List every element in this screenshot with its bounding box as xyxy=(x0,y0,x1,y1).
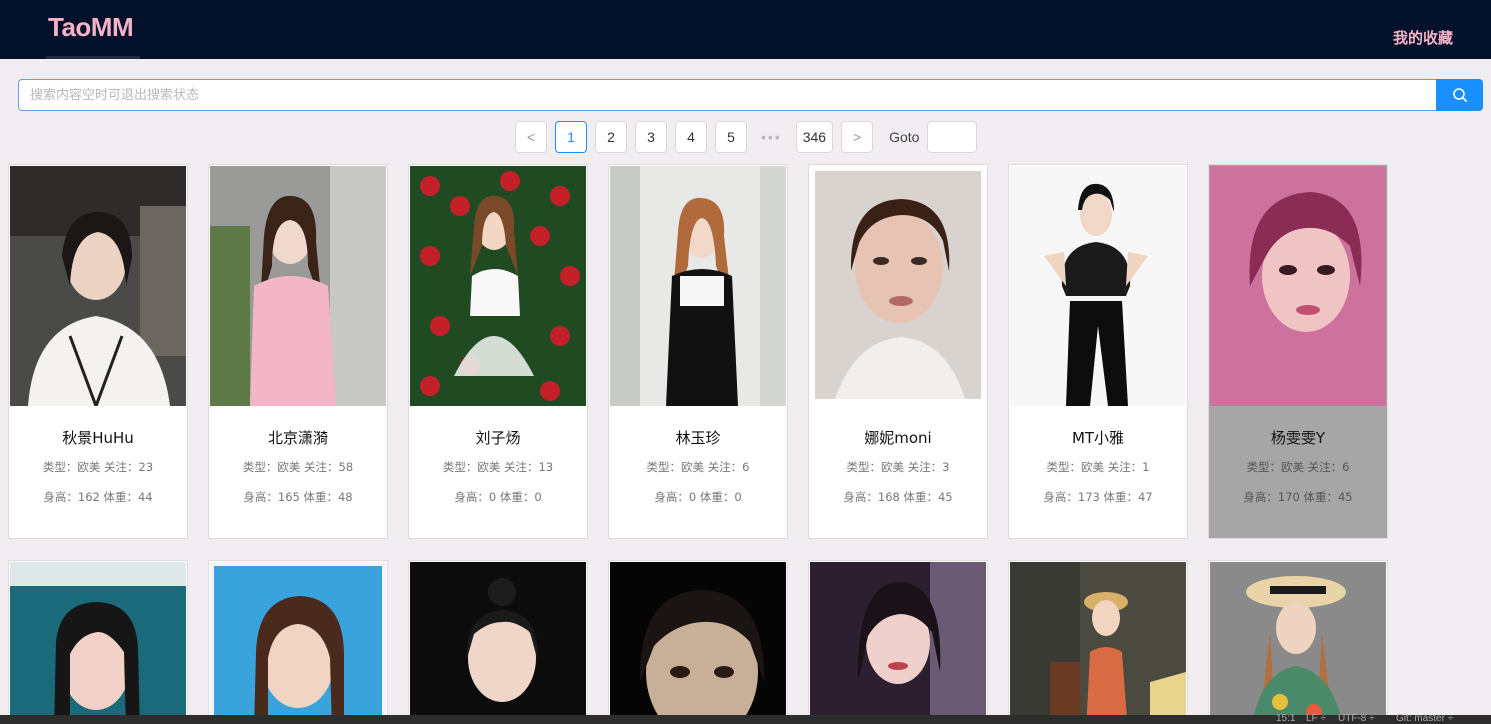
search-bar xyxy=(18,79,1483,111)
line-ending-selector[interactable]: LF ÷ xyxy=(1306,713,1326,724)
model-photo xyxy=(410,562,586,724)
page-1-button[interactable]: 1 xyxy=(555,121,587,153)
model-card[interactable] xyxy=(808,560,988,724)
model-name: 娜妮moni xyxy=(864,429,932,447)
model-photo xyxy=(10,562,186,724)
model-photo xyxy=(810,562,986,724)
page-3-button[interactable]: 3 xyxy=(635,121,667,153)
model-card[interactable] xyxy=(608,560,788,724)
model-card[interactable]: 刘子炀 类型：欧美 关注：13 身高：0 体重：0 xyxy=(408,164,588,539)
model-name: 林玉珍 xyxy=(675,429,721,447)
model-type-follow: 类型：欧美 关注：58 xyxy=(242,460,354,474)
model-photo xyxy=(10,166,186,406)
model-height-weight: 身高：168 体重：45 xyxy=(843,490,953,504)
model-card[interactable] xyxy=(1208,560,1388,724)
model-photo xyxy=(1210,166,1386,406)
model-photo xyxy=(610,562,786,724)
model-card[interactable]: MT小雅 类型：欧美 关注：1 身高：173 体重：47 xyxy=(1008,164,1188,539)
model-card[interactable] xyxy=(208,560,388,724)
model-card[interactable]: 秋景HuHu 类型：欧美 关注：23 身高：162 体重：44 xyxy=(8,164,188,539)
model-card[interactable] xyxy=(1008,560,1188,724)
page-5-button[interactable]: 5 xyxy=(715,121,747,153)
prev-page-button[interactable]: < xyxy=(515,121,547,153)
model-card[interactable]: 娜妮moni 类型：欧美 关注：3 身高：168 体重：45 xyxy=(808,164,988,539)
encoding-selector[interactable]: UTF-8 ÷ xyxy=(1338,713,1375,724)
model-photo xyxy=(610,166,786,406)
model-type-follow: 类型：欧美 关注：6 xyxy=(1246,460,1350,474)
next-page-button[interactable]: > xyxy=(841,121,874,153)
model-type-follow: 类型：欧美 关注：23 xyxy=(42,460,154,474)
pagination-ellipsis[interactable]: ••• xyxy=(755,121,788,153)
model-card[interactable] xyxy=(408,560,588,724)
pagination: < 1 2 3 4 5 ••• 346 > Goto xyxy=(515,121,978,153)
cursor-position: 15:1 xyxy=(1276,713,1296,724)
model-height-weight: 身高：0 体重：0 xyxy=(454,490,542,504)
model-height-weight: 身高：165 体重：48 xyxy=(243,490,353,504)
model-card-hovered[interactable]: 杨雯雯Y 类型：欧美 关注：6 身高：170 体重：45 xyxy=(1208,164,1388,539)
top-navbar: TaoMM 我的收藏 xyxy=(0,0,1491,59)
model-type-follow: 类型：欧美 关注：6 xyxy=(646,460,750,474)
model-name: MT小雅 xyxy=(1071,429,1125,447)
app-logo[interactable]: TaoMM xyxy=(48,12,134,43)
favorites-link[interactable]: 我的收藏 xyxy=(1393,27,1453,48)
model-card[interactable] xyxy=(8,560,188,724)
model-name: 北京潇漪 xyxy=(267,429,328,447)
page-4-button[interactable]: 4 xyxy=(675,121,707,153)
model-card[interactable]: 北京潇漪 类型：欧美 关注：58 身高：165 体重：48 xyxy=(208,164,388,539)
model-height-weight: 身高：170 体重：45 xyxy=(1243,490,1353,504)
last-page-button[interactable]: 346 xyxy=(795,121,834,153)
model-photo xyxy=(1210,562,1386,724)
model-name: 杨雯雯Y xyxy=(1270,429,1326,447)
model-type-follow: 类型：欧美 关注：3 xyxy=(846,460,950,474)
search-button[interactable] xyxy=(1436,79,1483,111)
model-type-follow: 类型：欧美 关注：1 xyxy=(1046,460,1150,474)
model-name: 刘子炀 xyxy=(475,429,521,447)
model-height-weight: 身高：0 体重：0 xyxy=(654,490,742,504)
model-height-weight: 身高：173 体重：47 xyxy=(1043,490,1153,504)
git-branch-selector[interactable]: Git: master ÷ xyxy=(1396,713,1453,724)
model-type-follow: 类型：欧美 关注：13 xyxy=(442,460,554,474)
model-photo xyxy=(815,171,981,399)
logo-underline xyxy=(46,56,140,59)
goto-label: Goto xyxy=(889,129,920,145)
page-2-button[interactable]: 2 xyxy=(595,121,627,153)
model-card[interactable]: 林玉珍 类型：欧美 关注：6 身高：0 体重：0 xyxy=(608,164,788,539)
model-photo xyxy=(410,166,586,406)
model-height-weight: 身高：162 体重：44 xyxy=(43,490,153,504)
search-input[interactable] xyxy=(18,79,1436,111)
editor-status-bar: 15:1 LF ÷ UTF-8 ÷ Git: master ÷ xyxy=(0,713,1491,724)
model-photo xyxy=(1010,562,1186,724)
model-photo xyxy=(1010,166,1186,406)
model-photo xyxy=(210,562,386,724)
model-photo xyxy=(210,166,386,406)
search-icon xyxy=(1452,88,1467,102)
goto-input[interactable] xyxy=(927,121,978,153)
model-name: 秋景HuHu xyxy=(62,429,134,447)
